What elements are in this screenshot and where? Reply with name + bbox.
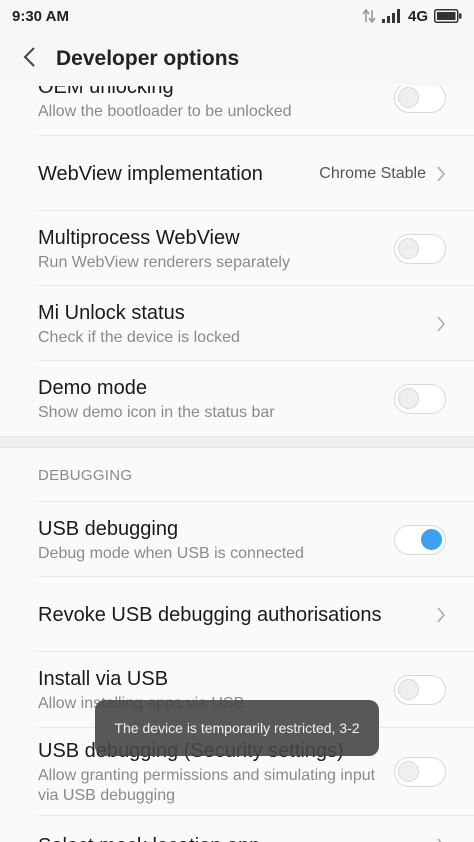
battery-icon — [434, 9, 462, 23]
chevron-right-icon — [436, 165, 446, 183]
row-demo-mode[interactable]: Demo mode Show demo icon in the status b… — [0, 361, 474, 436]
data-arrows-icon — [362, 8, 376, 24]
section-divider — [0, 436, 474, 448]
status-time: 9:30 AM — [12, 7, 69, 25]
row-title: USB debugging — [38, 517, 179, 540]
row-multiprocess-webview[interactable]: Multiprocess WebView Run WebView rendere… — [0, 211, 474, 286]
row-subtitle: Allow granting permissions and simulatin… — [38, 767, 376, 804]
usb-debugging-toggle[interactable] — [394, 524, 446, 555]
row-subtitle: Run WebView renderers separately — [38, 253, 290, 271]
row-revoke-usb-authorisations[interactable]: Revoke USB debugging authorisations — [0, 577, 474, 652]
row-select-mock-location-app[interactable]: Select mock location app — [0, 816, 474, 842]
chevron-right-icon — [436, 837, 446, 842]
status-icons: 4G — [362, 8, 462, 25]
row-title: OEM unlocking — [38, 86, 174, 98]
row-subtitle: Show demo icon in the status bar — [38, 403, 275, 421]
row-title: Demo mode — [38, 376, 147, 399]
row-oem-unlocking[interactable]: OEM unlocking Allow the bootloader to be… — [0, 86, 474, 136]
row-subtitle: Debug mode when USB is connected — [38, 544, 304, 562]
status-bar: 9:30 AM 4G — [0, 0, 474, 32]
signal-icon — [381, 9, 402, 23]
install-via-usb-toggle[interactable] — [394, 675, 446, 705]
demo-mode-toggle[interactable] — [394, 383, 446, 414]
row-value: Chrome Stable — [319, 164, 426, 182]
row-subtitle: Check if the device is locked — [38, 328, 240, 346]
row-usb-debugging[interactable]: USB debugging Debug mode when USB is con… — [0, 502, 474, 577]
row-title: Select mock location app — [38, 833, 446, 842]
back-button[interactable] — [10, 39, 50, 79]
chevron-right-icon — [436, 315, 446, 333]
network-type: 4G — [407, 7, 428, 25]
oem-unlocking-toggle[interactable] — [394, 86, 446, 113]
toast-message: The device is temporarily restricted, 3-… — [95, 700, 379, 756]
row-title: Install via USB — [38, 668, 169, 690]
row-title: Multiprocess WebView — [38, 226, 240, 249]
row-subtitle: Allow the bootloader to be unlocked — [38, 103, 292, 120]
chevron-left-icon — [22, 46, 38, 73]
usb-debugging-security-toggle[interactable] — [394, 757, 446, 787]
row-title: Revoke USB debugging authorisations — [38, 603, 382, 626]
chevron-right-icon — [436, 606, 446, 624]
page-title: Developer options — [56, 47, 240, 70]
row-webview-implementation[interactable]: WebView implementation Chrome Stable — [0, 136, 474, 211]
row-mi-unlock-status[interactable]: Mi Unlock status Check if the device is … — [0, 286, 474, 361]
multiprocess-webview-toggle[interactable] — [394, 233, 446, 264]
row-title: Mi Unlock status — [38, 301, 185, 324]
toolbar: Developer options — [0, 32, 474, 86]
section-header-debugging: DEBUGGING — [0, 448, 474, 502]
